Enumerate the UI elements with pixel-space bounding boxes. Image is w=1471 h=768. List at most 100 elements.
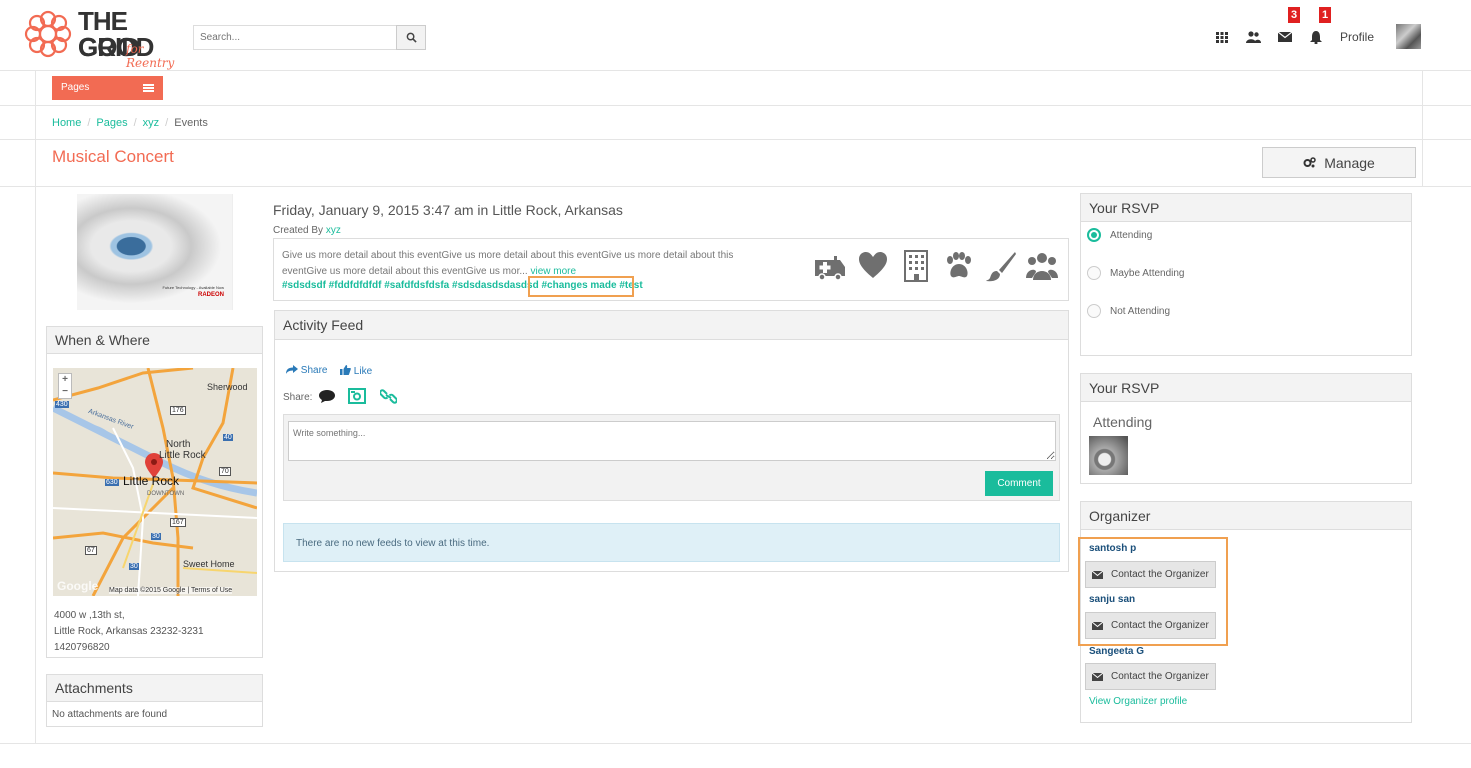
paintbrush-icon [986, 252, 1016, 282]
event-address: 4000 w ,13th st, Little Rock, Arkansas 2… [54, 608, 204, 656]
organizer-title: Organizer [1081, 502, 1411, 530]
map-route-30b: 30 [129, 563, 139, 570]
manage-button[interactable]: Manage [1262, 147, 1416, 178]
frame-divider [1422, 71, 1423, 186]
event-date-location: Friday, January 9, 2015 3:47 am in Littl… [273, 202, 623, 218]
map-label-north: North [166, 439, 191, 450]
address-line2: Little Rock, Arkansas 23232-3231 [54, 626, 204, 637]
rsvp-title: Your RSVP [1081, 194, 1411, 222]
pages-menu-button[interactable]: Pages [52, 76, 163, 100]
contact-organizer-label: Contact the Organizer [1111, 671, 1209, 682]
search-icon [406, 32, 417, 43]
map-attribution[interactable]: Map data ©2015 Google | Terms of Use [109, 587, 233, 594]
map-route-430: 430 [55, 401, 69, 408]
page-title: Musical Concert [52, 147, 174, 166]
share-photo-icon[interactable] [348, 388, 366, 404]
rsvp-radio-attending[interactable] [1087, 228, 1101, 242]
highlight-box [528, 276, 634, 297]
ambulance-icon [815, 256, 845, 281]
map-route-630: 630 [105, 479, 119, 486]
write-something-input[interactable] [288, 421, 1056, 461]
frame-divider [0, 743, 1471, 744]
share-label: Share [300, 365, 328, 376]
messages-count-badge: 3 [1288, 7, 1301, 23]
map-route-167: 167 [170, 518, 186, 527]
map-zoom-control[interactable]: + − [58, 373, 72, 399]
building-icon [904, 250, 928, 282]
location-map[interactable]: + − Sherwood Arkansas River North Little … [53, 368, 257, 596]
phone-number: 1420796820 [54, 642, 110, 653]
messages-icon[interactable] [1277, 30, 1293, 44]
apps-grid-icon[interactable] [1214, 30, 1230, 44]
share-link-icon[interactable] [380, 389, 397, 404]
rsvp-label-maybe[interactable]: Maybe Attending [1110, 268, 1185, 279]
breadcrumb-current: Events [174, 117, 208, 129]
map-label-little-rock: Little Rock [123, 474, 180, 488]
top-header: THE GOOD GRID for Reentry 3 1 Profile [0, 0, 1471, 71]
flower-logo-icon [24, 10, 72, 58]
event-description: Give us more detail about this eventGive… [282, 248, 752, 280]
share-arrow-icon [286, 365, 298, 374]
search-button[interactable] [396, 25, 426, 50]
organizer-name[interactable]: Sangeeta G [1089, 646, 1144, 657]
like-label: Like [353, 366, 373, 377]
rsvp-label-not-attending[interactable]: Not Attending [1110, 306, 1170, 317]
good-grid-logo[interactable]: THE GOOD GRID for Reentry [20, 6, 190, 70]
creator-link[interactable]: xyz [326, 225, 341, 236]
paw-icon [947, 252, 971, 278]
rsvp-radio-not-attending[interactable] [1087, 304, 1101, 318]
pages-label: Pages [61, 82, 90, 93]
rsvp-radio-maybe[interactable] [1087, 266, 1101, 280]
contact-organizer-button[interactable]: Contact the Organizer [1085, 663, 1216, 690]
activity-feed-title: Activity Feed [275, 311, 1068, 340]
share-button[interactable]: Share [286, 365, 327, 376]
map-label-sherwood: Sherwood [207, 382, 248, 392]
map-route-67: 67 [85, 546, 97, 555]
attachments-empty-text: No attachments are found [52, 709, 168, 720]
breadcrumb-home[interactable]: Home [52, 117, 81, 129]
breadcrumb: Home / Pages / xyz / Events [52, 117, 208, 129]
frame-divider [0, 186, 1471, 187]
description-text: Give us more detail about this eventGive… [282, 250, 734, 277]
map-route-40: 40 [223, 434, 233, 441]
friends-icon[interactable] [1245, 30, 1261, 44]
map-route-30a: 30 [151, 533, 161, 540]
google-map-logo: Google [57, 579, 99, 593]
frame-divider [0, 139, 1471, 140]
rsvp-status-text: Attending [1093, 414, 1153, 430]
logo-tagline: for Reentry [126, 42, 175, 70]
share-type-label: Share: [283, 392, 313, 403]
like-button[interactable]: Like [340, 365, 372, 377]
search-input[interactable] [193, 25, 397, 50]
gears-icon [1303, 157, 1316, 168]
comment-button[interactable]: Comment [985, 471, 1053, 496]
attendee-avatar[interactable] [1089, 436, 1128, 475]
view-organizer-profile-link[interactable]: View Organizer profile [1089, 696, 1187, 707]
map-route-70: 70 [219, 467, 231, 476]
rsvp-label-attending[interactable]: Attending [1110, 230, 1152, 241]
notifications-bell-icon[interactable] [1308, 30, 1324, 44]
manage-label: Manage [1324, 154, 1375, 171]
image-brand: RADEON [197, 292, 224, 298]
highlight-box [1078, 537, 1228, 646]
created-by: Created By xyz [273, 225, 341, 236]
created-by-label: Created By [273, 225, 324, 236]
no-feeds-message: There are no new feeds to view at this t… [283, 523, 1060, 562]
share-status-comment-icon[interactable] [318, 389, 336, 404]
address-line1: 4000 w ,13th st, [54, 610, 125, 621]
breadcrumb-pages[interactable]: Pages [96, 117, 127, 129]
attachments-panel: Attachments No attachments are found [46, 674, 263, 727]
heart-icon [859, 252, 887, 278]
frame-divider [0, 105, 1471, 106]
thumbs-up-icon [340, 365, 351, 375]
hashtag-list[interactable]: #sdsdsdf #fddfdfdfdf #safdfdsfdsfa #sdsd… [282, 280, 539, 291]
map-label-sweet-home: Sweet Home [183, 559, 235, 569]
when-where-title: When & Where [47, 327, 262, 354]
rsvp-status-title: Your RSVP [1081, 374, 1411, 402]
profile-link[interactable]: Profile [1340, 30, 1374, 44]
group-icon [1026, 253, 1058, 280]
map-route-176: 176 [170, 406, 186, 415]
frame-divider [35, 71, 36, 743]
breadcrumb-xyz[interactable]: xyz [143, 117, 160, 129]
user-avatar[interactable] [1396, 24, 1421, 49]
